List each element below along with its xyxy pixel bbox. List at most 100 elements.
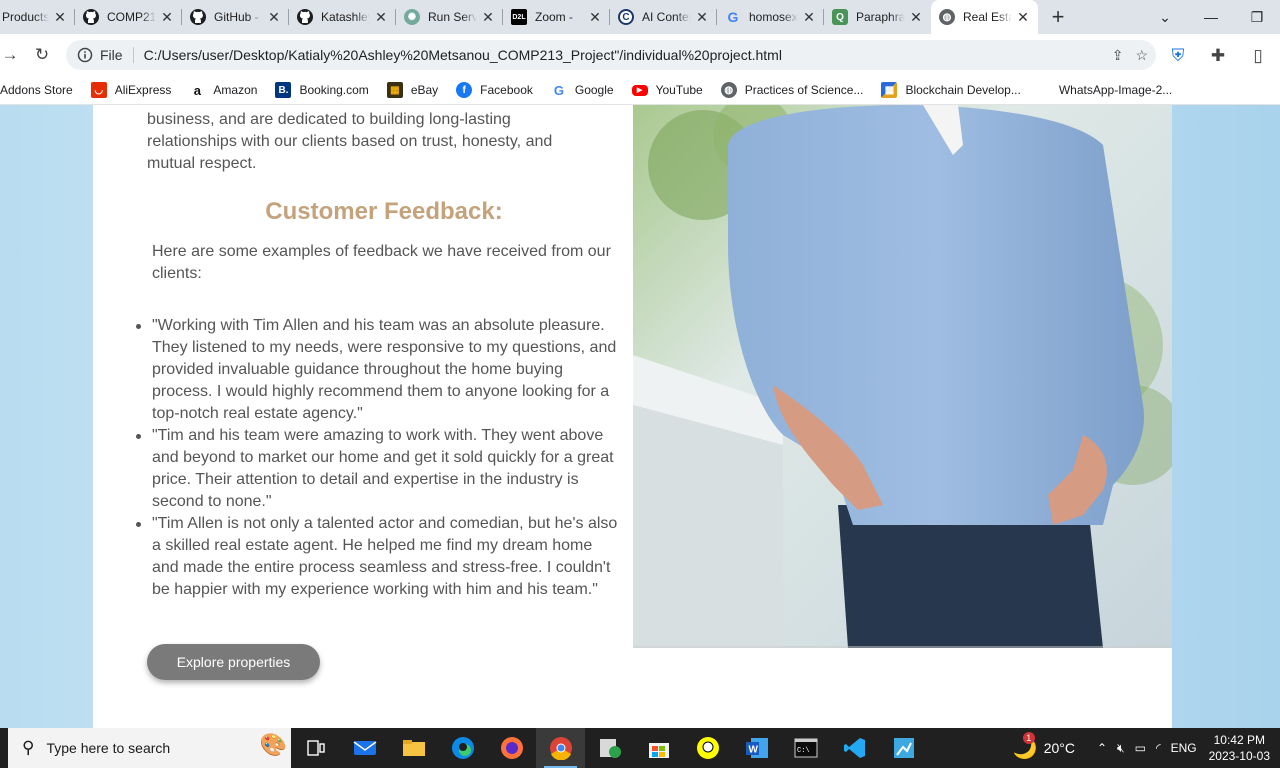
- svg-text:W: W: [748, 745, 758, 756]
- vscode-icon[interactable]: [830, 728, 879, 768]
- tab-products[interactable]: Products ✕: [0, 0, 75, 34]
- bookmarks-bar: Addons Store ◡ AliExpress a Amazon B. Booki…: [0, 76, 1280, 105]
- bookmark-blockchain[interactable]: ▦ Blockchain Develop...: [881, 82, 1021, 98]
- terminal-icon[interactable]: C:\: [781, 728, 830, 768]
- firefox-icon[interactable]: [487, 728, 536, 768]
- word-icon[interactable]: W: [732, 728, 781, 768]
- tab-paraphrasing[interactable]: Q Paraphrasing ✕: [824, 0, 931, 34]
- aliexpress-icon: ◡: [90, 82, 107, 98]
- github-icon: [190, 9, 206, 25]
- close-icon[interactable]: ✕: [909, 9, 923, 26]
- search-icon: ⚲: [22, 738, 35, 757]
- paint-icon[interactable]: [879, 728, 928, 768]
- tab-zoom[interactable]: D2L Zoom - ✕: [503, 0, 610, 34]
- bookmark-ebay[interactable]: ▦ eBay: [386, 82, 439, 98]
- feedback-intro: Here are some examples of feedback we ha…: [152, 243, 611, 282]
- new-tab-button[interactable]: +: [1038, 0, 1078, 34]
- bookmark-label: YouTube: [655, 83, 703, 97]
- speaker-muted-icon[interactable]: 🔇︎: [1117, 741, 1125, 756]
- clock-date: 2023-10-03: [1208, 749, 1270, 763]
- chevron-up-icon[interactable]: ⌃: [1097, 741, 1107, 755]
- wifi-icon[interactable]: ◜: [1156, 741, 1161, 755]
- weather-icon[interactable]: 🌙 1: [1013, 731, 1038, 761]
- bookmark-amazon[interactable]: a Amazon: [189, 82, 258, 98]
- language-indicator[interactable]: ENG: [1171, 741, 1197, 755]
- tab-search-chevron-icon[interactable]: ⌄: [1142, 9, 1188, 26]
- taskbar-search[interactable]: ⚲ Type here to search 🎨: [8, 728, 291, 768]
- edge-icon[interactable]: [438, 728, 487, 768]
- bookmark-label: Blockchain Develop...: [905, 83, 1021, 97]
- file-explorer-icon[interactable]: [389, 728, 438, 768]
- url-text[interactable]: C:/Users/user/Desktop/Katialy%20Ashley%2…: [144, 47, 782, 63]
- minimize-icon[interactable]: —: [1188, 9, 1234, 25]
- bookmark-aliexpress[interactable]: ◡ AliExpress: [90, 82, 171, 98]
- tab-run-server[interactable]: ✺ Run Server ✕: [396, 0, 503, 34]
- testimonial-list: "Working with Tim Allen and his team was…: [136, 315, 622, 601]
- tab-real-estate[interactable]: ◍ Real Estate ✕: [931, 0, 1038, 34]
- extensions-area: ⛨ ✚ ▯ ◧: [1162, 40, 1280, 72]
- weather-temp[interactable]: 20°C: [1044, 740, 1075, 756]
- share-icon[interactable]: ⇪: [1112, 47, 1124, 64]
- close-icon[interactable]: ✕: [160, 9, 174, 26]
- close-icon[interactable]: ✕: [267, 9, 281, 26]
- bookmark-label: Google: [574, 83, 614, 97]
- bookmark-practices-of-science[interactable]: ◍ Practices of Science...: [720, 82, 864, 98]
- mail-icon[interactable]: [340, 728, 389, 768]
- close-icon[interactable]: ✕: [802, 9, 816, 26]
- svg-text:C:\: C:\: [797, 747, 810, 755]
- bookmark-label: eBay: [410, 83, 439, 97]
- tab-github[interactable]: GitHub - ✕: [182, 0, 289, 34]
- info-icon[interactable]: [76, 46, 94, 64]
- bookmark-star-icon[interactable]: ☆: [1135, 47, 1148, 64]
- close-icon[interactable]: ✕: [481, 9, 495, 26]
- bookmark-label: Amazon: [213, 83, 258, 97]
- battery-icon[interactable]: ▭: [1135, 741, 1146, 755]
- tab-title: Paraphrasing: [856, 10, 905, 24]
- store-icon[interactable]: [634, 728, 683, 768]
- tab-strip: Products ✕ COMP213 ✕ GitHub - ✕ Katashle…: [0, 0, 1280, 34]
- extensions-puzzle-icon[interactable]: ✚: [1202, 40, 1234, 72]
- search-highlight-icon: 🎨: [259, 732, 287, 757]
- tab-title: Real Estate: [963, 10, 1012, 24]
- search-placeholder: Type here to search: [46, 740, 171, 756]
- bookmark-booking[interactable]: B. Booking.com: [275, 82, 369, 98]
- copyleaks-icon: C: [618, 9, 634, 25]
- tab-title: COMP213: [107, 10, 156, 24]
- bookmark-facebook[interactable]: f Facebook: [456, 82, 533, 98]
- close-icon[interactable]: ✕: [53, 9, 67, 26]
- side-panel-icon[interactable]: ▯: [1242, 40, 1274, 72]
- close-icon[interactable]: ✕: [588, 9, 602, 26]
- google-icon: G: [553, 82, 564, 98]
- clock[interactable]: 10:42 PM 2023-10-03: [1209, 732, 1270, 764]
- forward-arrow-icon[interactable]: →: [0, 39, 26, 71]
- tab-katashley[interactable]: Katashley ✕: [289, 0, 396, 34]
- close-icon[interactable]: ✕: [374, 9, 388, 26]
- snapchat-icon[interactable]: [683, 728, 732, 768]
- explore-properties-button[interactable]: Explore properties: [147, 644, 320, 680]
- media-player-icon[interactable]: [585, 728, 634, 768]
- task-view-icon[interactable]: [291, 728, 340, 768]
- chatgpt-icon: ✺: [404, 9, 420, 25]
- system-tray: 🌙 1 20°C ⌃ 🔇︎ ▭ ◜ ENG 10:42 PM 2023-10-03: [1013, 728, 1280, 768]
- close-icon[interactable]: ✕: [1016, 9, 1030, 26]
- bookmark-youtube[interactable]: ▶ YouTube: [631, 83, 703, 97]
- amazon-icon: a: [193, 82, 202, 98]
- chrome-icon[interactable]: [536, 728, 585, 768]
- bookmark-addons-store[interactable]: Addons Store: [0, 83, 73, 97]
- close-icon[interactable]: ✕: [695, 9, 709, 26]
- tab-comp213[interactable]: COMP213 ✕: [75, 0, 182, 34]
- bookmark-label: Practices of Science...: [744, 83, 864, 97]
- shield-icon[interactable]: ⛨: [1162, 40, 1194, 72]
- restore-icon[interactable]: ❐: [1234, 9, 1280, 26]
- bookmark-whatsapp-image[interactable]: WhatsApp-Image-2...: [1059, 83, 1172, 97]
- reload-icon[interactable]: ↻: [26, 39, 58, 71]
- feedback-heading: Customer Feedback:: [265, 198, 503, 225]
- bookmark-google[interactable]: G Google: [551, 82, 614, 98]
- bookmark-label: Facebook: [480, 83, 533, 97]
- tab-google-search[interactable]: G homosexual ✕: [717, 0, 824, 34]
- address-bar[interactable]: File C:/Users/user/Desktop/Katialy%20Ash…: [66, 40, 1156, 70]
- tab-title: Zoom -: [535, 10, 574, 24]
- tab-ai-content[interactable]: C AI Content ✕: [610, 0, 717, 34]
- bookmark-label: Addons Store: [0, 83, 73, 97]
- globe-icon: ◍: [939, 9, 955, 25]
